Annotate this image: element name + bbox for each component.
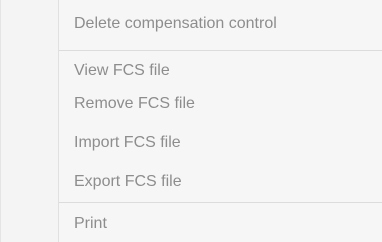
menu-item-delete-compensation-control[interactable]: Delete compensation control: [74, 10, 277, 38]
menu-item-import-fcs-file[interactable]: Import FCS file: [74, 129, 181, 157]
menu-separator: [59, 50, 382, 51]
menu-item-print[interactable]: Print: [74, 210, 107, 238]
menu-item-export-fcs-file[interactable]: Export FCS file: [74, 168, 182, 196]
context-menu: Delete compensation control View FCS fil…: [0, 0, 382, 242]
menu-separator: [59, 202, 382, 203]
menu-item-remove-fcs-file[interactable]: Remove FCS file: [74, 90, 195, 118]
menu-item-view-fcs-file[interactable]: View FCS file: [74, 57, 170, 85]
gutter-divider: [58, 0, 59, 242]
menu-icon-gutter: [1, 0, 58, 242]
